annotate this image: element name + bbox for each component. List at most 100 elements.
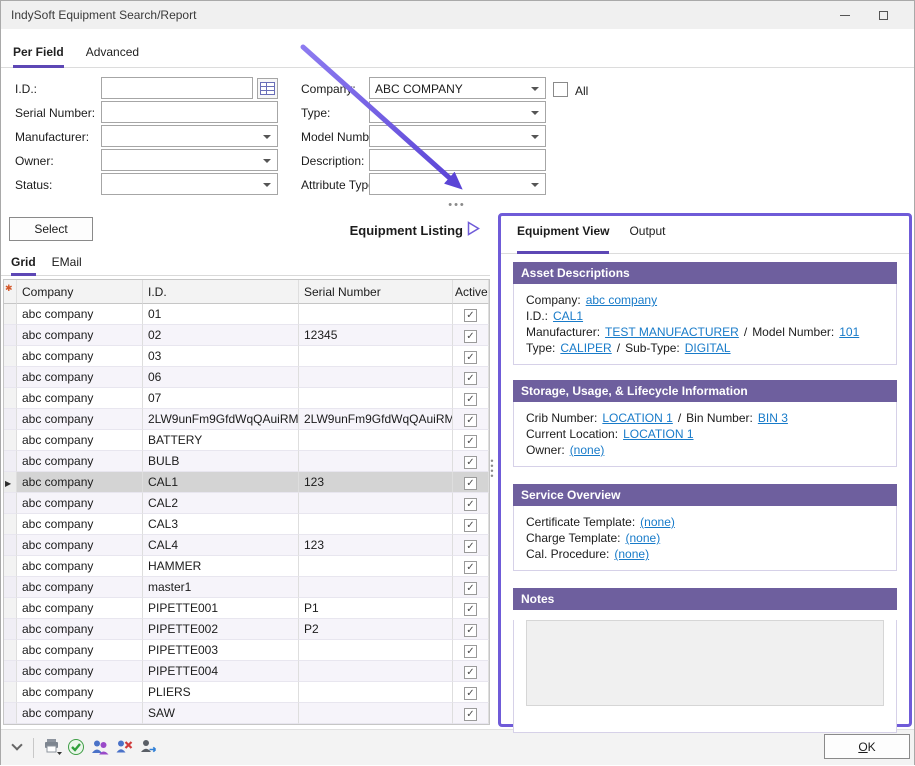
active-checkbox[interactable] (464, 435, 477, 448)
column-header-serial[interactable]: Serial Number (299, 280, 453, 304)
id-link[interactable]: CAL1 (553, 308, 583, 324)
table-row[interactable]: abc company 06 (4, 367, 489, 388)
active-checkbox[interactable] (464, 708, 477, 721)
panel-splitter-grip[interactable]: •••• (490, 459, 494, 481)
table-row[interactable]: abc company 03 (4, 346, 489, 367)
active-checkbox[interactable] (464, 330, 477, 343)
print-icon (43, 738, 63, 757)
table-row[interactable]: abc company 2LW9unFm9GfdWqQAuiRMLI 2LW9u… (4, 409, 489, 430)
active-checkbox[interactable] (464, 540, 477, 553)
id-label: I.D.: (526, 308, 548, 324)
table-row[interactable]: abc company PIPETTE002 P2 (4, 619, 489, 640)
more-options-button[interactable] (9, 740, 25, 754)
tab-per-field[interactable]: Per Field (13, 45, 64, 68)
table-row[interactable]: abc company 02 12345 (4, 325, 489, 346)
manufacturer-select[interactable] (101, 125, 278, 147)
table-row[interactable]: abc company CAL2 (4, 493, 489, 514)
table-row[interactable]: abc company BATTERY (4, 430, 489, 451)
company-link[interactable]: abc company (586, 292, 657, 308)
column-header-id[interactable]: I.D. (143, 280, 299, 304)
table-row[interactable]: abc company BULB (4, 451, 489, 472)
select-button[interactable]: Select (9, 217, 93, 241)
print-button[interactable] (43, 738, 63, 758)
tab-advanced[interactable]: Advanced (86, 45, 139, 68)
table-row[interactable]: abc company PLIERS (4, 682, 489, 703)
active-checkbox[interactable] (464, 561, 477, 574)
active-checkbox[interactable] (464, 351, 477, 364)
active-checkbox[interactable] (464, 393, 477, 406)
charge-template-link[interactable]: (none) (626, 530, 661, 546)
type-link[interactable]: CALIPER (560, 340, 611, 356)
type-select[interactable] (369, 101, 546, 123)
table-row[interactable]: abc company CAL1 123 (4, 472, 489, 493)
active-checkbox[interactable] (464, 309, 477, 322)
company-select[interactable]: ABC COMPANY (369, 77, 546, 99)
user-export-button[interactable] (139, 738, 159, 758)
table-row[interactable]: abc company CAL4 123 (4, 535, 489, 556)
active-checkbox[interactable] (464, 666, 477, 679)
bin-number-link[interactable]: BIN 3 (758, 410, 788, 426)
table-row[interactable]: abc company PIPETTE003 (4, 640, 489, 661)
serial-input[interactable] (101, 101, 278, 123)
active-checkbox[interactable] (464, 498, 477, 511)
id-input[interactable] (101, 77, 253, 99)
active-checkbox[interactable] (464, 624, 477, 637)
notes-textarea[interactable] (526, 620, 884, 706)
attribute-type-select[interactable] (369, 173, 546, 195)
table-row[interactable]: abc company master1 (4, 577, 489, 598)
tab-grid[interactable]: Grid (11, 255, 36, 276)
all-checkbox[interactable] (553, 82, 568, 97)
active-checkbox[interactable] (464, 603, 477, 616)
subtype-link[interactable]: DIGITAL (685, 340, 731, 356)
minimize-button[interactable] (827, 1, 863, 29)
id-lookup-button[interactable] (257, 78, 278, 99)
user-remove-button[interactable] (115, 738, 135, 758)
active-checkbox[interactable] (464, 519, 477, 532)
tab-email[interactable]: EMail (52, 255, 82, 276)
model-select[interactable] (369, 125, 546, 147)
owner-select[interactable] (101, 149, 278, 171)
active-checkbox[interactable] (464, 645, 477, 658)
cell-active (453, 388, 489, 409)
model-number-link[interactable]: 101 (839, 324, 859, 340)
table-row[interactable]: abc company PIPETTE004 (4, 661, 489, 682)
active-checkbox[interactable] (464, 582, 477, 595)
dropdown-arrow-icon (531, 111, 539, 115)
validate-button[interactable] (67, 738, 87, 758)
status-select[interactable] (101, 173, 278, 195)
owner-link[interactable]: (none) (570, 442, 605, 458)
table-row[interactable]: abc company CAL3 (4, 514, 489, 535)
cal-procedure-link[interactable]: (none) (614, 546, 649, 562)
column-header-company[interactable]: Company (17, 280, 143, 304)
users-button[interactable] (91, 738, 111, 758)
description-input[interactable] (369, 149, 546, 171)
tab-equipment-view[interactable]: Equipment View (517, 224, 609, 254)
table-row[interactable]: abc company 07 (4, 388, 489, 409)
active-checkbox[interactable] (464, 687, 477, 700)
cell-id: 07 (143, 388, 299, 409)
tab-output[interactable]: Output (629, 224, 665, 254)
ok-button[interactable]: OK (824, 734, 910, 759)
table-row[interactable]: abc company HAMMER (4, 556, 489, 577)
bin-number-label: Bin Number: (686, 410, 753, 426)
chevron-down-icon (11, 739, 22, 750)
cell-company: abc company (17, 514, 143, 535)
dropdown-arrow-icon (531, 183, 539, 187)
column-header-active[interactable]: Active (453, 280, 489, 304)
splitter-handle[interactable]: ••• (441, 199, 473, 211)
active-checkbox[interactable] (464, 414, 477, 427)
play-icon[interactable] (467, 221, 480, 236)
crib-number-link[interactable]: LOCATION 1 (602, 410, 672, 426)
current-location-link[interactable]: LOCATION 1 (623, 426, 693, 442)
manufacturer-link[interactable]: TEST MANUFACTURER (605, 324, 739, 340)
table-row[interactable]: abc company PIPETTE001 P1 (4, 598, 489, 619)
active-checkbox[interactable] (464, 477, 477, 490)
cell-active (453, 367, 489, 388)
certificate-template-link[interactable]: (none) (640, 514, 675, 530)
cell-active (453, 640, 489, 661)
table-row[interactable]: abc company SAW (4, 703, 489, 724)
active-checkbox[interactable] (464, 372, 477, 385)
active-checkbox[interactable] (464, 456, 477, 469)
table-row[interactable]: abc company 01 (4, 304, 489, 325)
maximize-button[interactable] (865, 1, 901, 29)
